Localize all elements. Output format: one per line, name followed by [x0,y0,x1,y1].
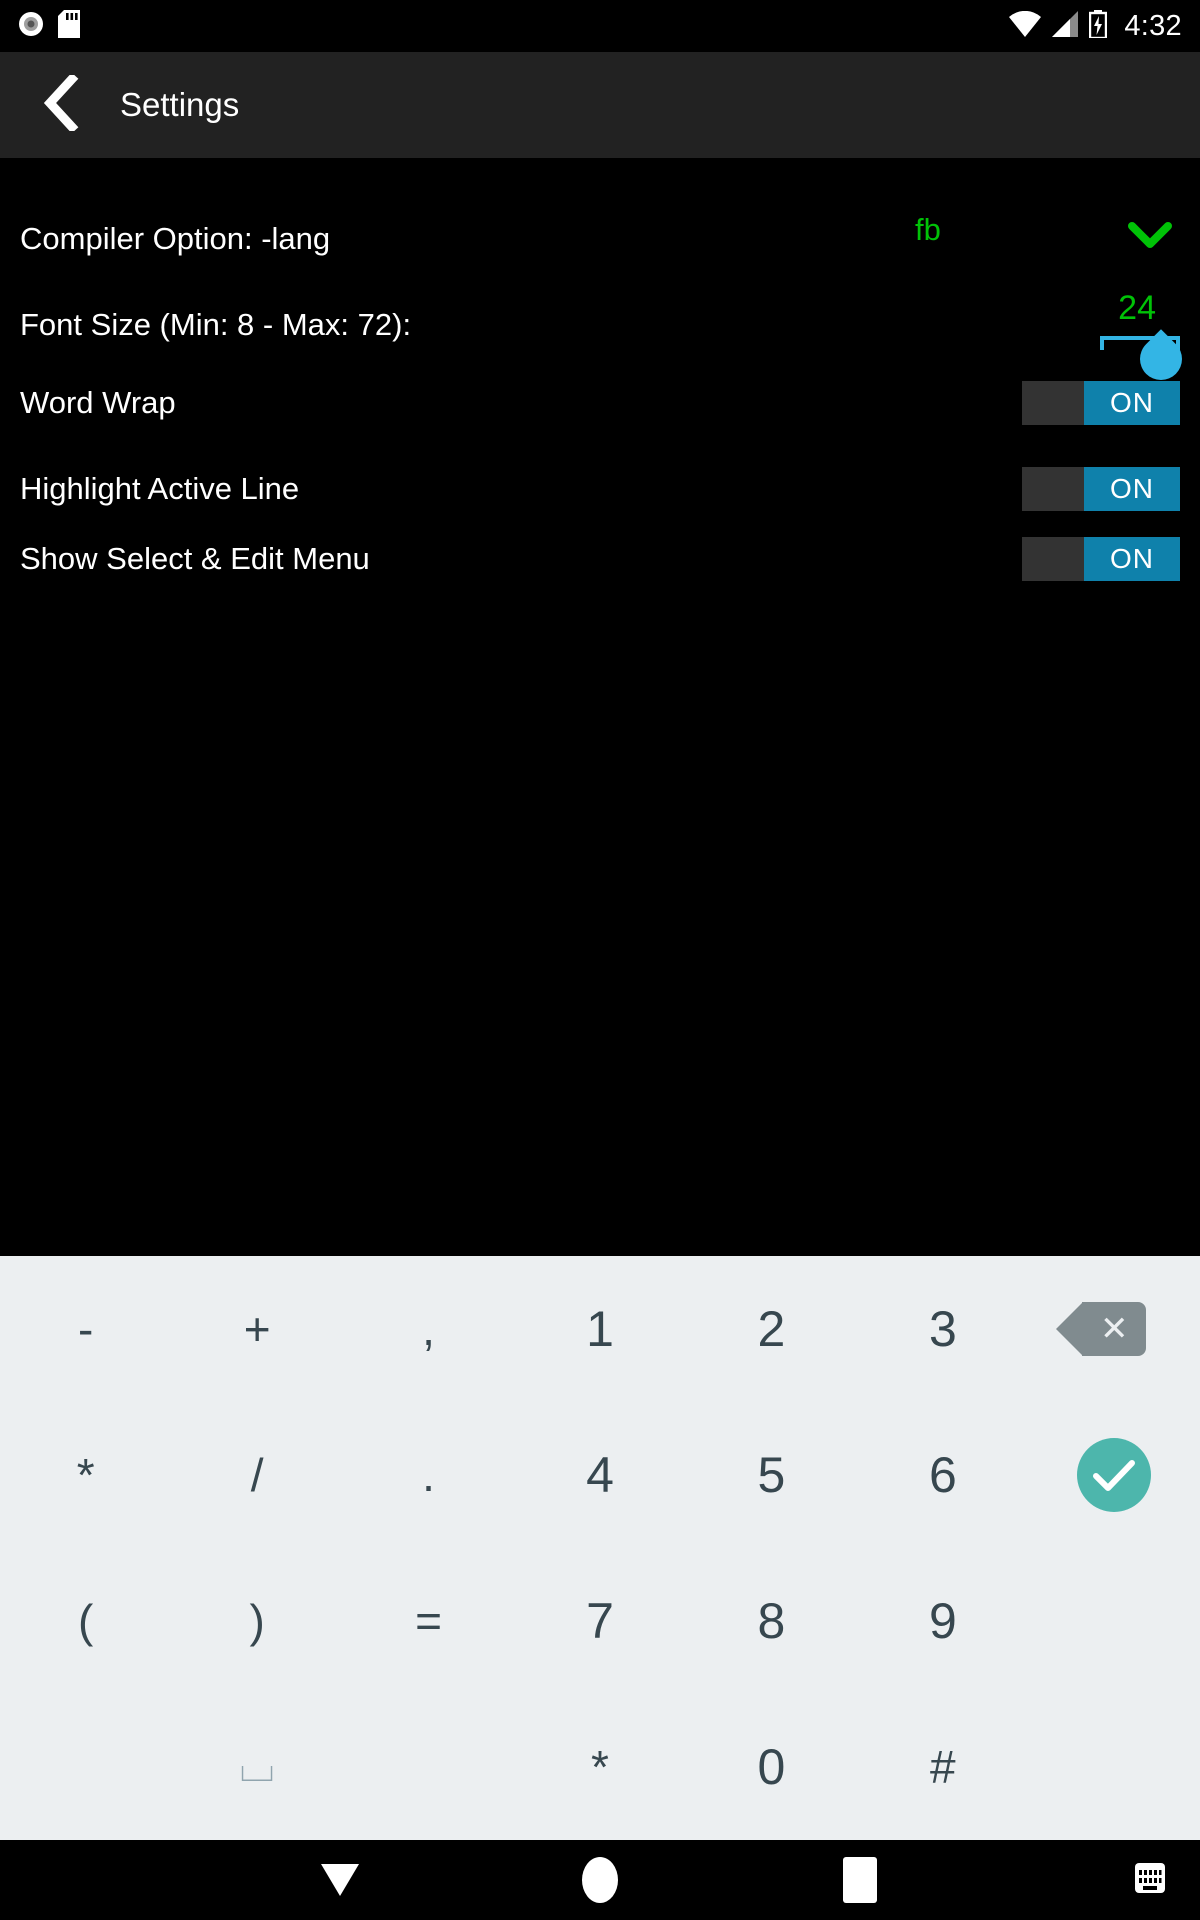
key-6[interactable]: 6 [857,1402,1028,1548]
key-left-paren[interactable]: ( [0,1548,171,1694]
setting-row-compiler-option[interactable]: Compiler Option: -lang fb [0,204,1200,274]
key-blank-row3 [1029,1548,1200,1694]
key-blank-row4-left [0,1694,171,1840]
navigation-bar [0,1840,1200,1920]
key-7[interactable]: 7 [514,1548,685,1694]
key-2[interactable]: 2 [686,1256,857,1402]
key-blank-row4-mid [343,1694,514,1840]
font-size-value: 24 [1118,289,1156,327]
nav-back-button[interactable] [310,1840,370,1920]
square-recents-icon [843,1857,877,1903]
chevron-down-icon[interactable] [1128,220,1172,255]
record-circle-icon [18,11,44,42]
key-equals[interactable]: = [343,1548,514,1694]
battery-charging-icon [1089,9,1108,43]
key-enter[interactable] [1029,1402,1200,1548]
word-wrap-toggle[interactable]: ON [1022,381,1180,425]
status-bar-left-icons [18,9,80,43]
settings-list: Compiler Option: -lang fb Font Size (Min… [0,158,1200,1256]
setting-row-font-size[interactable]: Font Size (Min: 8 - Max: 72): 24 [0,289,1200,389]
key-plus[interactable]: + [171,1256,342,1402]
highlight-active-line-toggle[interactable]: ON [1022,467,1180,511]
compiler-option-value[interactable]: fb [915,212,941,248]
key-right-paren[interactable]: ) [171,1548,342,1694]
status-bar-clock: 4:32 [1124,9,1182,42]
circle-home-icon [582,1857,618,1903]
back-button[interactable] [28,72,92,137]
page-title: Settings [120,86,240,123]
show-select-edit-menu-toggle-state: ON [1084,537,1180,581]
key-period[interactable]: . [343,1402,514,1548]
check-icon [1077,1438,1152,1512]
numeric-keyboard: - + , 1 2 3 ✕ * / . 4 5 6 () = 7 8 9 ⌴ … [0,1256,1200,1840]
font-size-label: Font Size (Min: 8 - Max: 72): [20,307,412,342]
font-size-input[interactable]: 24 [1090,286,1160,330]
key-5[interactable]: 5 [686,1402,857,1548]
key-3[interactable]: 3 [857,1256,1028,1402]
word-wrap-toggle-state: ON [1084,381,1180,425]
highlight-active-line-label: Highlight Active Line [20,471,300,506]
word-wrap-label: Word Wrap [20,385,176,420]
key-space[interactable]: ⌴ [171,1694,342,1840]
key-4[interactable]: 4 [514,1402,685,1548]
cellular-signal-icon [1052,10,1079,42]
phone-screen: 4:32 Settings Compiler Option: -lang fb [0,0,1200,1920]
key-1[interactable]: 1 [514,1256,685,1402]
key-asterisk[interactable]: * [0,1402,171,1548]
compiler-option-label: Compiler Option: -lang [20,221,331,256]
back-chevron-icon [40,72,80,136]
key-asterisk-2[interactable]: * [514,1694,685,1840]
keyboard-switcher-icon [1133,1861,1167,1900]
keyboard-grid: - + , 1 2 3 ✕ * / . 4 5 6 () = 7 8 9 ⌴ … [0,1256,1200,1840]
setting-row-show-select-edit-menu[interactable]: Show Select & Edit Menu ON [0,524,1200,594]
key-backspace[interactable]: ✕ [1029,1256,1200,1402]
key-comma[interactable]: , [343,1256,514,1402]
key-8[interactable]: 8 [686,1548,857,1694]
nav-keyboard-switch-button[interactable] [1120,1840,1180,1920]
setting-row-highlight-active-line[interactable]: Highlight Active Line ON [0,454,1200,524]
backspace-icon: ✕ [1056,1302,1147,1356]
setting-row-word-wrap[interactable]: Word Wrap ON [0,368,1200,438]
status-bar-right-icons: 4:32 [1009,9,1182,43]
key-slash[interactable]: / [171,1402,342,1548]
nav-recents-button[interactable] [830,1840,890,1920]
wifi-icon [1009,10,1042,42]
app-bar: Settings [0,52,1200,158]
status-bar: 4:32 [0,0,1200,52]
key-hash[interactable]: # [857,1694,1028,1840]
triangle-down-back-icon [321,1864,359,1896]
key-0[interactable]: 0 [686,1694,857,1840]
nav-home-button[interactable] [570,1840,630,1920]
show-select-edit-menu-toggle[interactable]: ON [1022,537,1180,581]
key-minus[interactable]: - [0,1256,171,1402]
highlight-active-line-toggle-state: ON [1084,467,1180,511]
backspace-x-glyph: ✕ [1100,1310,1129,1348]
key-blank-row4-right [1029,1694,1200,1840]
show-select-edit-menu-label: Show Select & Edit Menu [20,541,370,576]
key-9[interactable]: 9 [857,1548,1028,1694]
sd-card-icon [58,9,80,43]
